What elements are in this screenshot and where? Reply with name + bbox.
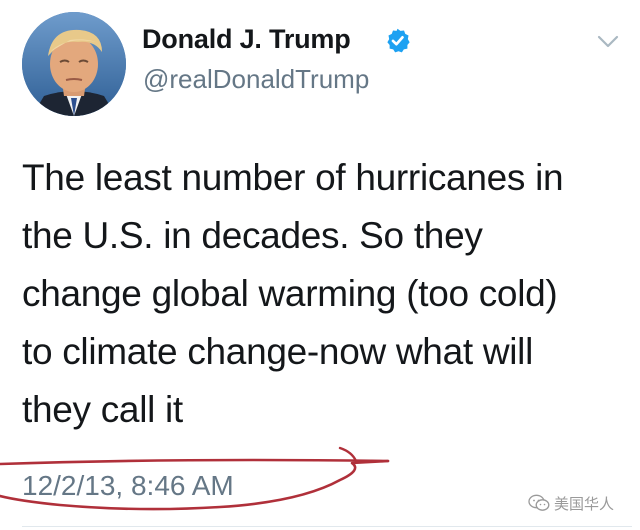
author-name[interactable]: Donald J. Trump [142, 24, 351, 55]
tweet-text-line: the U.S. in decades. So they [22, 215, 483, 256]
avatar[interactable] [22, 12, 126, 116]
tweet-timestamp[interactable]: 12/2/13, 8:46 AM [22, 470, 234, 502]
wechat-icon [528, 494, 550, 511]
author-handle[interactable]: @realDonaldTrump [143, 64, 369, 95]
tweet-text-line: The least number of hurricanes in [22, 157, 564, 198]
tweet-text-line: to climate change-now what will [22, 331, 533, 372]
verified-badge-icon [387, 28, 410, 53]
chevron-down-icon[interactable] [596, 34, 620, 50]
watermark: 美国华人 [528, 492, 614, 514]
tweet-text-line: they call it [22, 389, 183, 430]
watermark-text: 美国华人 [554, 495, 615, 513]
tweet-card: Donald J. Trump @realDonaldTrump The lea… [0, 0, 640, 530]
divider [22, 526, 632, 527]
tweet-text-line: change global warming (too cold) [22, 273, 558, 314]
tweet-text: The least number of hurricanes in the U.… [22, 149, 632, 439]
